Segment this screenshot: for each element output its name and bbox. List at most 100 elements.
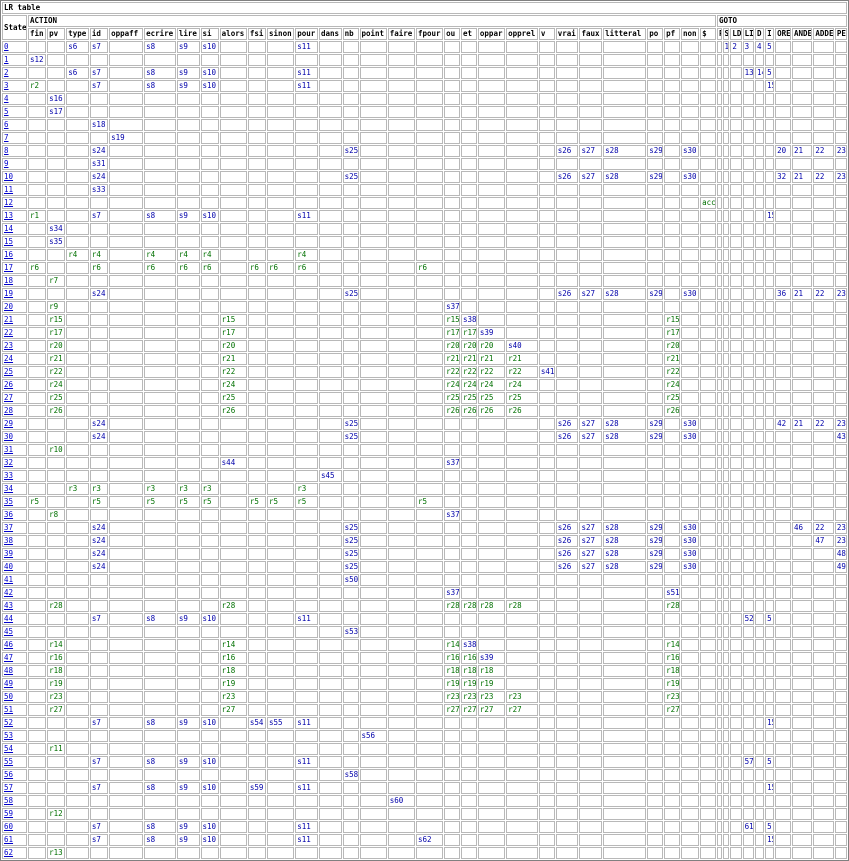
state-link[interactable]: 49: [4, 679, 13, 688]
state-cell[interactable]: 44: [2, 613, 27, 625]
state-link[interactable]: 62: [4, 848, 13, 857]
state-cell[interactable]: 36: [2, 509, 27, 521]
state-link[interactable]: 6: [4, 120, 9, 129]
state-link[interactable]: 55: [4, 757, 13, 766]
state-link[interactable]: 43: [4, 601, 13, 610]
state-link[interactable]: 51: [4, 705, 13, 714]
state-cell[interactable]: 20: [2, 301, 27, 313]
state-cell[interactable]: 49: [2, 678, 27, 690]
state-cell[interactable]: 61: [2, 834, 27, 846]
state-cell[interactable]: 21: [2, 314, 27, 326]
state-cell[interactable]: 23: [2, 340, 27, 352]
state-link[interactable]: 52: [4, 718, 13, 727]
state-cell[interactable]: 34: [2, 483, 27, 495]
state-cell[interactable]: 3: [2, 80, 27, 92]
state-link[interactable]: 14: [4, 224, 13, 233]
state-cell[interactable]: 14: [2, 223, 27, 235]
state-link[interactable]: 33: [4, 471, 13, 480]
state-cell[interactable]: 51: [2, 704, 27, 716]
state-link[interactable]: 22: [4, 328, 13, 337]
state-cell[interactable]: 0: [2, 41, 27, 53]
state-cell[interactable]: 29: [2, 418, 27, 430]
state-link[interactable]: 53: [4, 731, 13, 740]
state-link[interactable]: 32: [4, 458, 13, 467]
state-cell[interactable]: 19: [2, 288, 27, 300]
state-link[interactable]: 13: [4, 211, 13, 220]
state-cell[interactable]: 7: [2, 132, 27, 144]
state-cell[interactable]: 32: [2, 457, 27, 469]
state-cell[interactable]: 16: [2, 249, 27, 261]
state-cell[interactable]: 47: [2, 652, 27, 664]
state-cell[interactable]: 30: [2, 431, 27, 443]
state-link[interactable]: 21: [4, 315, 13, 324]
state-cell[interactable]: 55: [2, 756, 27, 768]
state-link[interactable]: 58: [4, 796, 13, 805]
state-link[interactable]: 2: [4, 68, 9, 77]
state-cell[interactable]: 57: [2, 782, 27, 794]
state-cell[interactable]: 50: [2, 691, 27, 703]
state-cell[interactable]: 52: [2, 717, 27, 729]
state-link[interactable]: 7: [4, 133, 9, 142]
state-cell[interactable]: 4: [2, 93, 27, 105]
state-cell[interactable]: 48: [2, 665, 27, 677]
state-cell[interactable]: 25: [2, 366, 27, 378]
state-link[interactable]: 57: [4, 783, 13, 792]
state-link[interactable]: 48: [4, 666, 13, 675]
state-cell[interactable]: 9: [2, 158, 27, 170]
state-cell[interactable]: 5: [2, 106, 27, 118]
state-cell[interactable]: 18: [2, 275, 27, 287]
state-link[interactable]: 54: [4, 744, 13, 753]
state-cell[interactable]: 40: [2, 561, 27, 573]
state-cell[interactable]: 8: [2, 145, 27, 157]
state-cell[interactable]: 54: [2, 743, 27, 755]
state-link[interactable]: 4: [4, 94, 9, 103]
state-link[interactable]: 50: [4, 692, 13, 701]
state-link[interactable]: 47: [4, 653, 13, 662]
state-link[interactable]: 20: [4, 302, 13, 311]
state-cell[interactable]: 13: [2, 210, 27, 222]
state-link[interactable]: 11: [4, 185, 13, 194]
state-cell[interactable]: 46: [2, 639, 27, 651]
state-link[interactable]: 39: [4, 549, 13, 558]
state-link[interactable]: 36: [4, 510, 13, 519]
state-link[interactable]: 17: [4, 263, 13, 272]
state-link[interactable]: 0: [4, 42, 9, 51]
state-cell[interactable]: 26: [2, 379, 27, 391]
state-cell[interactable]: 35: [2, 496, 27, 508]
state-cell[interactable]: 60: [2, 821, 27, 833]
state-link[interactable]: 59: [4, 809, 13, 818]
state-link[interactable]: 25: [4, 367, 13, 376]
state-cell[interactable]: 56: [2, 769, 27, 781]
state-link[interactable]: 15: [4, 237, 13, 246]
state-link[interactable]: 23: [4, 341, 13, 350]
state-link[interactable]: 24: [4, 354, 13, 363]
state-link[interactable]: 29: [4, 419, 13, 428]
state-link[interactable]: 18: [4, 276, 13, 285]
state-cell[interactable]: 43: [2, 600, 27, 612]
state-link[interactable]: 42: [4, 588, 13, 597]
state-link[interactable]: 60: [4, 822, 13, 831]
state-link[interactable]: 16: [4, 250, 13, 259]
state-link[interactable]: 41: [4, 575, 13, 584]
state-link[interactable]: 19: [4, 289, 13, 298]
state-cell[interactable]: 39: [2, 548, 27, 560]
state-cell[interactable]: 10: [2, 171, 27, 183]
state-cell[interactable]: 15: [2, 236, 27, 248]
state-link[interactable]: 31: [4, 445, 13, 454]
state-link[interactable]: 45: [4, 627, 13, 636]
state-cell[interactable]: 59: [2, 808, 27, 820]
state-link[interactable]: 30: [4, 432, 13, 441]
state-cell[interactable]: 37: [2, 522, 27, 534]
state-link[interactable]: 44: [4, 614, 13, 623]
state-link[interactable]: 27: [4, 393, 13, 402]
state-cell[interactable]: 28: [2, 405, 27, 417]
state-link[interactable]: 9: [4, 159, 9, 168]
state-link[interactable]: 35: [4, 497, 13, 506]
state-link[interactable]: 38: [4, 536, 13, 545]
state-link[interactable]: 26: [4, 380, 13, 389]
state-link[interactable]: 3: [4, 81, 9, 90]
state-cell[interactable]: 62: [2, 847, 27, 859]
state-cell[interactable]: 31: [2, 444, 27, 456]
state-link[interactable]: 46: [4, 640, 13, 649]
state-link[interactable]: 40: [4, 562, 13, 571]
